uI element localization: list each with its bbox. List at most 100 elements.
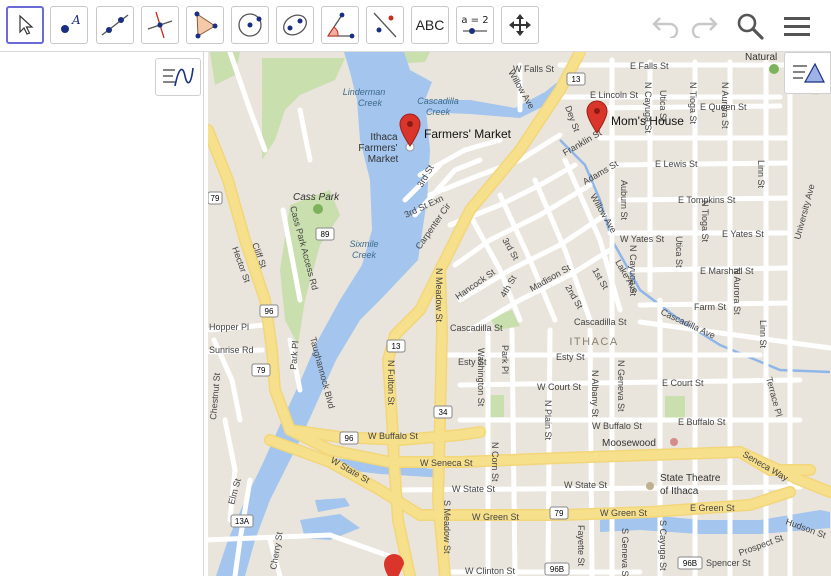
- svg-text:W Clinton St: W Clinton St: [465, 566, 516, 576]
- move-tool-button[interactable]: [6, 6, 44, 44]
- svg-text:Sixmile: Sixmile: [349, 239, 378, 249]
- svg-text:N Corn St: N Corn St: [490, 442, 500, 482]
- area-label-ithaca: ITHACA: [569, 336, 618, 348]
- svg-text:W Buffalo St: W Buffalo St: [592, 421, 642, 431]
- svg-text:79: 79: [257, 366, 266, 375]
- svg-text:Spencer St: Spencer St: [706, 558, 751, 568]
- perpendicular-line-tool-button[interactable]: [141, 6, 179, 44]
- route-shield: 96B: [544, 562, 570, 576]
- svg-text:Natural: Natural: [745, 52, 777, 63]
- toolbar: A ABC a = 2: [0, 0, 831, 52]
- svg-text:Sunrise Rd: Sunrise Rd: [209, 345, 254, 355]
- main-menu-button[interactable]: [779, 8, 815, 44]
- search-button[interactable]: [732, 8, 768, 44]
- circle-icon: [238, 13, 262, 37]
- svg-text:N Aurora St: N Aurora St: [720, 82, 730, 129]
- svg-text:W Yates St: W Yates St: [620, 234, 665, 244]
- svg-text:W Green St: W Green St: [600, 508, 648, 518]
- search-icon: [737, 13, 764, 40]
- svg-text:E Court St: E Court St: [662, 378, 704, 388]
- map-canvas: 13 89 96 79 13 34 96 79 79 13A 96B 96B L…: [208, 52, 831, 576]
- svg-text:79: 79: [211, 194, 220, 203]
- svg-text:13: 13: [392, 342, 401, 351]
- svg-text:13: 13: [572, 75, 581, 84]
- svg-text:N Albany St: N Albany St: [590, 370, 600, 418]
- point-tool-button[interactable]: A: [50, 6, 88, 44]
- line-tool-button[interactable]: [96, 6, 134, 44]
- slider-icon: a = 2: [461, 15, 489, 34]
- route-shield: 96: [339, 431, 359, 445]
- svg-text:Ithaca: Ithaca: [370, 132, 398, 143]
- svg-text:96B: 96B: [550, 565, 564, 574]
- svg-text:Auburn St: Auburn St: [619, 180, 629, 221]
- svg-text:W Buffalo St: W Buffalo St: [368, 431, 418, 441]
- svg-text:79: 79: [555, 509, 564, 518]
- svg-text:E Lincoln St: E Lincoln St: [590, 90, 639, 100]
- svg-text:Linderman: Linderman: [343, 87, 386, 97]
- ellipse-icon: [283, 14, 307, 36]
- graphics-style-bar-toggle[interactable]: [784, 52, 831, 94]
- reflect-icon: [373, 12, 397, 38]
- svg-text:S Meadow St: S Meadow St: [442, 500, 452, 554]
- svg-text:E Green St: E Green St: [690, 503, 735, 513]
- perpendicular-line-icon: [147, 11, 173, 39]
- svg-text:N Plain St: N Plain St: [543, 400, 553, 441]
- svg-text:Farm St: Farm St: [694, 302, 727, 312]
- svg-text:89: 89: [321, 230, 330, 239]
- svg-text:of Ithaca: of Ithaca: [660, 486, 699, 497]
- route-shield: 34: [433, 405, 453, 419]
- svg-text:96: 96: [345, 434, 354, 443]
- redo-icon: [691, 17, 718, 38]
- svg-text:W Green St: W Green St: [472, 512, 520, 522]
- natural-area-poi-icon: [769, 64, 779, 74]
- svg-text:E Falls St: E Falls St: [630, 61, 669, 71]
- svg-text:Creek: Creek: [358, 98, 383, 108]
- undo-button[interactable]: [648, 8, 684, 44]
- move-graphics-icon: [509, 14, 531, 36]
- reflect-tool-button[interactable]: [366, 6, 404, 44]
- svg-text:E Buffalo St: E Buffalo St: [678, 417, 726, 427]
- algebra-view[interactable]: [0, 52, 204, 576]
- angle-tool-button[interactable]: [321, 6, 359, 44]
- svg-text:Moosewood: Moosewood: [602, 438, 656, 449]
- redo-button[interactable]: [686, 8, 722, 44]
- move-graphics-tool-button[interactable]: [501, 6, 539, 44]
- svg-text:N Fulton St: N Fulton St: [386, 360, 396, 406]
- svg-text:E Marshall St: E Marshall St: [700, 266, 754, 276]
- algebra-style-bar-toggle[interactable]: [155, 58, 201, 96]
- svg-text:Park Pl: Park Pl: [500, 345, 510, 374]
- undo-icon: [652, 17, 679, 38]
- circle-center-tool-button[interactable]: [231, 6, 269, 44]
- polygon-icon: [194, 11, 218, 39]
- svg-text:96: 96: [265, 307, 274, 316]
- svg-text:A: A: [71, 13, 81, 27]
- svg-text:S Cayuga St: S Cayuga St: [658, 520, 668, 571]
- angle-icon: [327, 12, 355, 39]
- route-shield: 96B: [677, 556, 703, 570]
- svg-text:E Lewis St: E Lewis St: [655, 159, 698, 169]
- svg-text:N Aurora St: N Aurora St: [732, 268, 742, 315]
- route-shield: 89: [315, 227, 335, 241]
- svg-text:Hopper Pl: Hopper Pl: [209, 322, 249, 332]
- svg-text:S Geneva St: S Geneva St: [620, 528, 630, 576]
- svg-text:Washington St: Washington St: [476, 348, 486, 407]
- route-shield: 79: [251, 363, 271, 377]
- graphics-view-map[interactable]: 13 89 96 79 13 34 96 79 79 13A 96B 96B L…: [208, 52, 831, 576]
- hamburger-menu-icon: [784, 17, 810, 36]
- route-shield: 13: [386, 339, 406, 353]
- svg-text:Cass Park: Cass Park: [293, 192, 340, 203]
- polygon-tool-button[interactable]: [186, 6, 224, 44]
- text-tool-button[interactable]: ABC: [411, 6, 449, 44]
- ellipse-tool-button[interactable]: [276, 6, 314, 44]
- svg-text:W Seneca St: W Seneca St: [420, 458, 473, 468]
- slider-tool-button[interactable]: a = 2: [456, 6, 494, 44]
- theatre-poi-icon: [646, 482, 654, 490]
- svg-text:N Tioga St: N Tioga St: [688, 82, 698, 125]
- svg-text:N Geneva St: N Geneva St: [616, 360, 626, 412]
- svg-text:34: 34: [439, 408, 448, 417]
- svg-text:Creek: Creek: [426, 107, 451, 117]
- svg-text:96B: 96B: [683, 559, 697, 568]
- point-icon: A: [61, 13, 81, 33]
- svg-text:Utica St: Utica St: [674, 236, 684, 268]
- route-shield: 13A: [230, 514, 254, 528]
